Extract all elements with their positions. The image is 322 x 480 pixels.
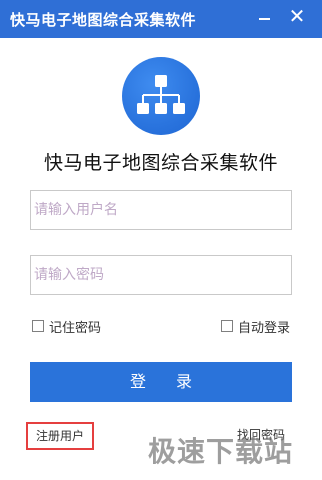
username-input[interactable] <box>31 191 291 229</box>
username-field[interactable] <box>30 190 292 230</box>
watermark-text: 极速下载站 <box>148 435 294 468</box>
password-input[interactable] <box>31 256 291 294</box>
remember-password-label: 记住密码 <box>49 320 102 336</box>
window-title: 快马电子地图综合采集软件 <box>10 11 197 29</box>
register-user-link[interactable]: 注册用户 <box>26 422 94 450</box>
remember-password-checkbox[interactable]: 记住密码 <box>32 317 102 336</box>
app-logo-icon <box>122 57 200 135</box>
checkbox-box[interactable] <box>32 320 44 332</box>
checkbox-box[interactable] <box>221 320 233 332</box>
login-button[interactable]: 登录 <box>30 362 292 402</box>
minimize-button[interactable] <box>252 4 278 30</box>
auto-login-label: 自动登录 <box>238 320 291 336</box>
title-bar: 快马电子地图综合采集软件 ✕ <box>0 0 322 38</box>
close-button[interactable]: ✕ <box>284 4 310 30</box>
password-field[interactable] <box>30 255 292 295</box>
auto-login-checkbox[interactable]: 自动登录 <box>221 317 291 336</box>
app-title: 快马电子地图综合采集软件 <box>43 152 278 174</box>
